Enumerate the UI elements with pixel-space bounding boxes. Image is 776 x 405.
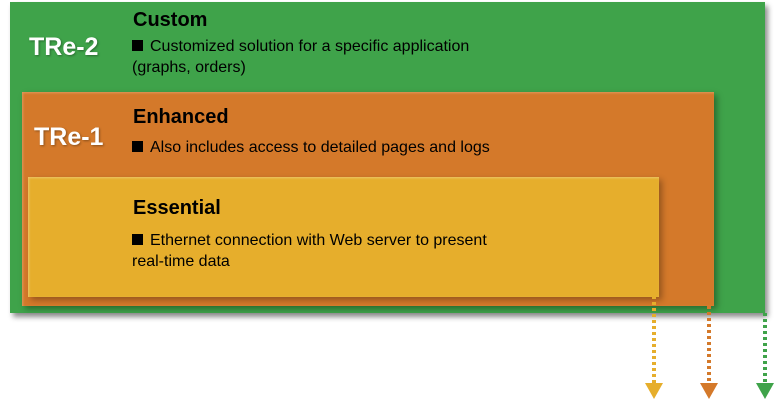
arrows-layer: [645, 296, 774, 399]
custom-arrow: [756, 313, 774, 399]
enhanced-arrow: [700, 306, 718, 399]
essential-arrow: [645, 296, 663, 399]
